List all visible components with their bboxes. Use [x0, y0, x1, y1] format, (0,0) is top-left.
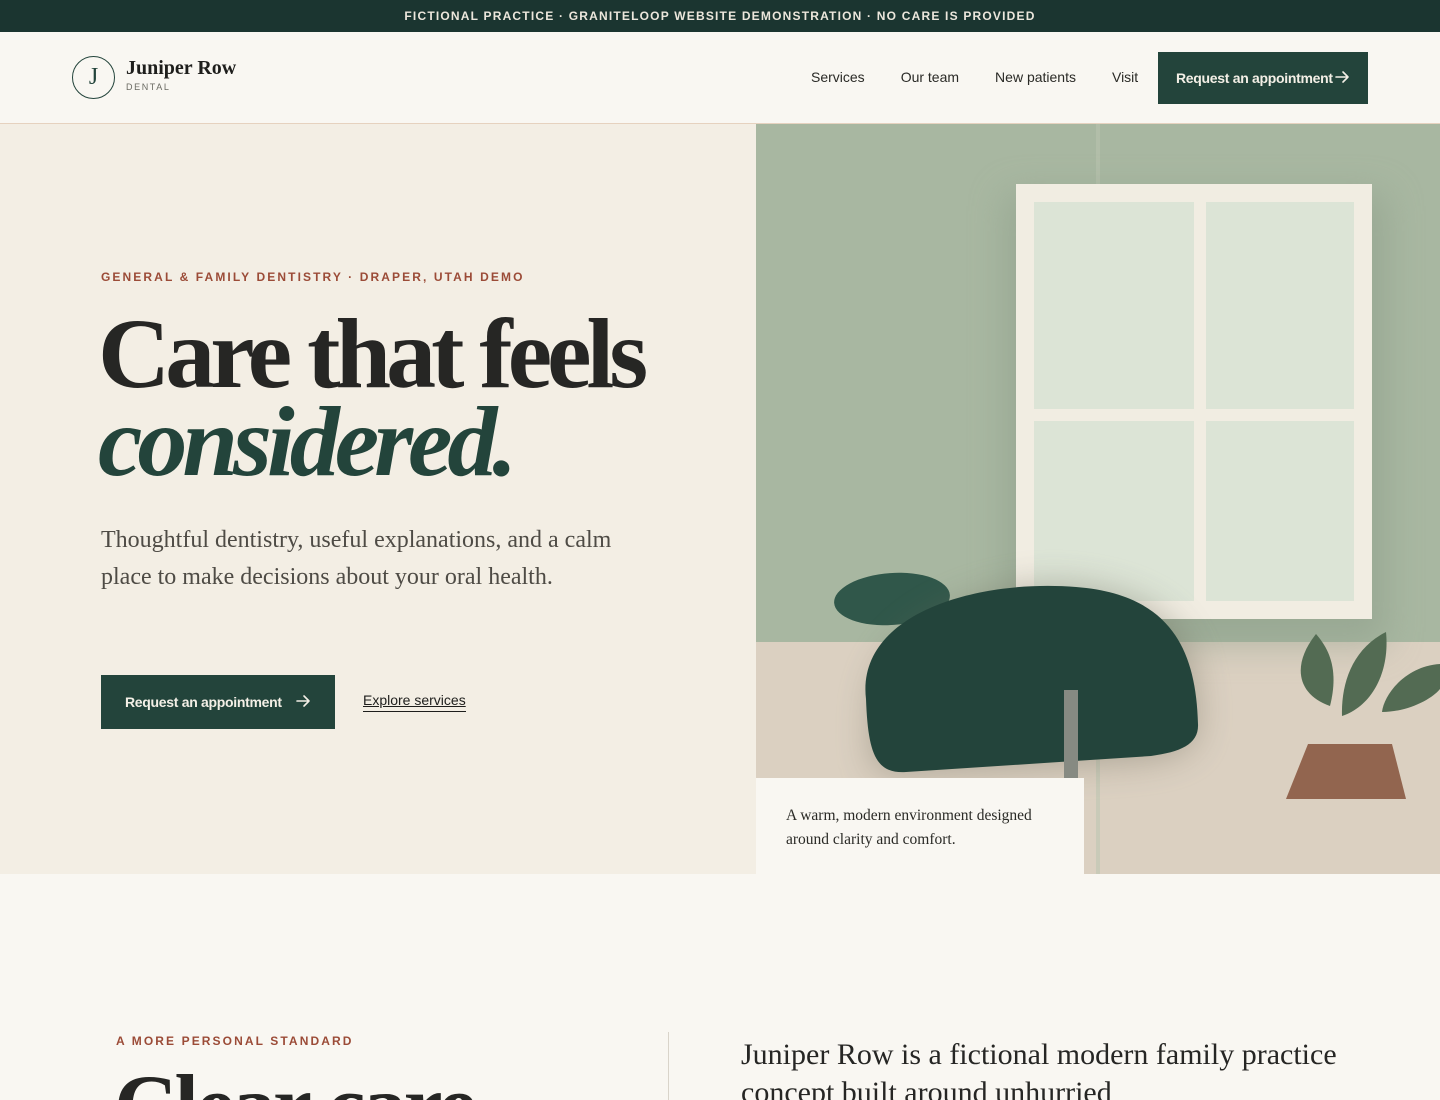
- section2-eyebrow: A MORE PERSONAL STANDARD: [116, 1034, 354, 1048]
- hero-text-panel: GENERAL & FAMILY DENTISTRY · DRAPER, UTA…: [0, 124, 756, 874]
- hero-headline: Care that feels considered.: [98, 304, 648, 497]
- window-pane: [1034, 202, 1194, 409]
- hero-lede: Thoughtful dentistry, useful explanation…: [101, 527, 612, 590]
- section2-divider: [668, 1032, 669, 1100]
- demo-banner: FICTIONAL PRACTICE · GRANITELOOP WEBSITE…: [0, 0, 1440, 32]
- explore-services-link[interactable]: Explore services: [363, 692, 466, 712]
- arrow-right-icon: [1335, 71, 1349, 83]
- nav-services[interactable]: Services: [811, 69, 865, 85]
- window-pane: [1206, 202, 1354, 409]
- arrow-right-icon: [296, 695, 310, 707]
- room-illustration: [756, 124, 1440, 874]
- nav-our-team[interactable]: Our team: [901, 69, 959, 85]
- demo-banner-text: FICTIONAL PRACTICE · GRANITELOOP WEBSITE…: [404, 9, 1036, 23]
- hero-illustration: [756, 124, 1440, 874]
- hero-request-appointment-button[interactable]: Request an appointment: [101, 675, 335, 729]
- hero-eyebrow: GENERAL & FAMILY DENTISTRY · DRAPER, UTA…: [101, 270, 525, 284]
- header-cta-label: Request an appointment: [1176, 70, 1333, 86]
- hero-caption: A warm, modern environment designed arou…: [756, 778, 1084, 874]
- hero-primary-cta-label: Request an appointment: [125, 694, 282, 710]
- logo-wordmark: Juniper Row DENTAL: [126, 56, 236, 92]
- site-header: J Juniper Row DENTAL Services Our team N…: [0, 32, 1440, 124]
- nav-visit[interactable]: Visit: [1112, 69, 1138, 85]
- window-pane: [1206, 421, 1354, 601]
- chair-post: [1064, 690, 1078, 778]
- logo-subtitle: DENTAL: [126, 81, 171, 92]
- section2-heading: Clear care: [114, 1062, 477, 1100]
- window-pane: [1034, 421, 1194, 601]
- header-request-appointment-button[interactable]: Request an appointment: [1158, 52, 1368, 104]
- nav-new-patients[interactable]: New patients: [995, 69, 1076, 85]
- logo-monogram: J: [72, 56, 115, 99]
- logo-name: Juniper Row: [126, 56, 237, 79]
- hero-headline-line2: considered.: [98, 386, 517, 497]
- section2-body: Juniper Row is a fictional modern family…: [741, 1038, 1337, 1100]
- main-nav: Services Our team New patients Visit: [811, 32, 1174, 122]
- logo[interactable]: J Juniper Row DENTAL: [72, 56, 236, 99]
